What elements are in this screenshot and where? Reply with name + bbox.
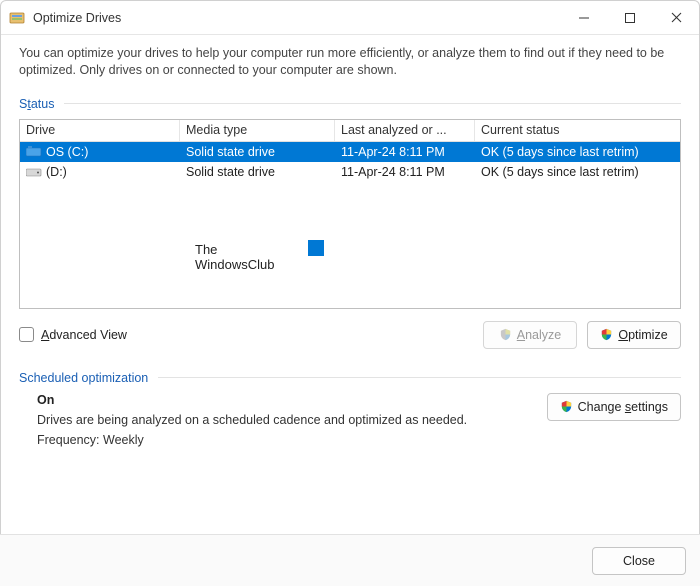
col-last[interactable]: Last analyzed or ...	[335, 120, 475, 141]
optimize-button[interactable]: Optimize	[587, 321, 681, 349]
drive-list-header[interactable]: Drive Media type Last analyzed or ... Cu…	[20, 120, 680, 142]
drive-list[interactable]: Drive Media type Last analyzed or ... Cu…	[19, 119, 681, 309]
drive-icon	[26, 146, 42, 158]
drive-last: 11-Apr-24 8:11 PM	[335, 162, 475, 182]
status-group-label: Status	[19, 97, 681, 111]
watermark-square-icon	[308, 240, 324, 256]
analyze-button[interactable]: Analyze	[483, 321, 577, 349]
col-drive[interactable]: Drive	[20, 120, 180, 141]
drive-media: Solid state drive	[180, 142, 335, 162]
drive-status: OK (5 days since last retrim)	[475, 162, 680, 182]
maximize-button[interactable]	[607, 1, 653, 35]
col-status[interactable]: Current status	[475, 120, 680, 141]
app-icon	[9, 10, 25, 26]
drive-media: Solid state drive	[180, 162, 335, 182]
watermark: The WindowsClub	[195, 240, 324, 276]
change-settings-button[interactable]: Change settings	[547, 393, 681, 421]
drive-name: OS (C:)	[46, 145, 88, 159]
close-window-button[interactable]	[653, 1, 699, 35]
table-row[interactable]: (D:) Solid state drive11-Apr-24 8:11 PMOK…	[20, 162, 680, 182]
sched-group-label: Scheduled optimization	[19, 371, 681, 385]
dialog-footer: Close	[0, 534, 700, 586]
drive-name: (D:)	[46, 165, 67, 179]
drive-status: OK (5 days since last retrim)	[475, 142, 680, 162]
shield-icon	[560, 400, 573, 413]
intro-text: You can optimize your drives to help you…	[19, 45, 681, 79]
sched-freq: Frequency: Weekly	[37, 433, 537, 447]
drive-last: 11-Apr-24 8:11 PM	[335, 142, 475, 162]
table-row[interactable]: OS (C:) Solid state drive11-Apr-24 8:11 P…	[20, 142, 680, 162]
minimize-button[interactable]	[561, 1, 607, 35]
sched-desc: Drives are being analyzed on a scheduled…	[37, 413, 537, 427]
titlebar: Optimize Drives	[1, 1, 699, 35]
col-media[interactable]: Media type	[180, 120, 335, 141]
close-button[interactable]: Close	[592, 547, 686, 575]
advanced-view-checkbox[interactable]	[19, 327, 34, 342]
drive-icon	[26, 166, 42, 178]
shield-icon	[600, 328, 613, 341]
shield-icon	[499, 328, 512, 341]
advanced-view-label[interactable]: Advanced View	[41, 328, 127, 342]
sched-on: On	[37, 393, 537, 407]
window-title: Optimize Drives	[33, 11, 121, 25]
